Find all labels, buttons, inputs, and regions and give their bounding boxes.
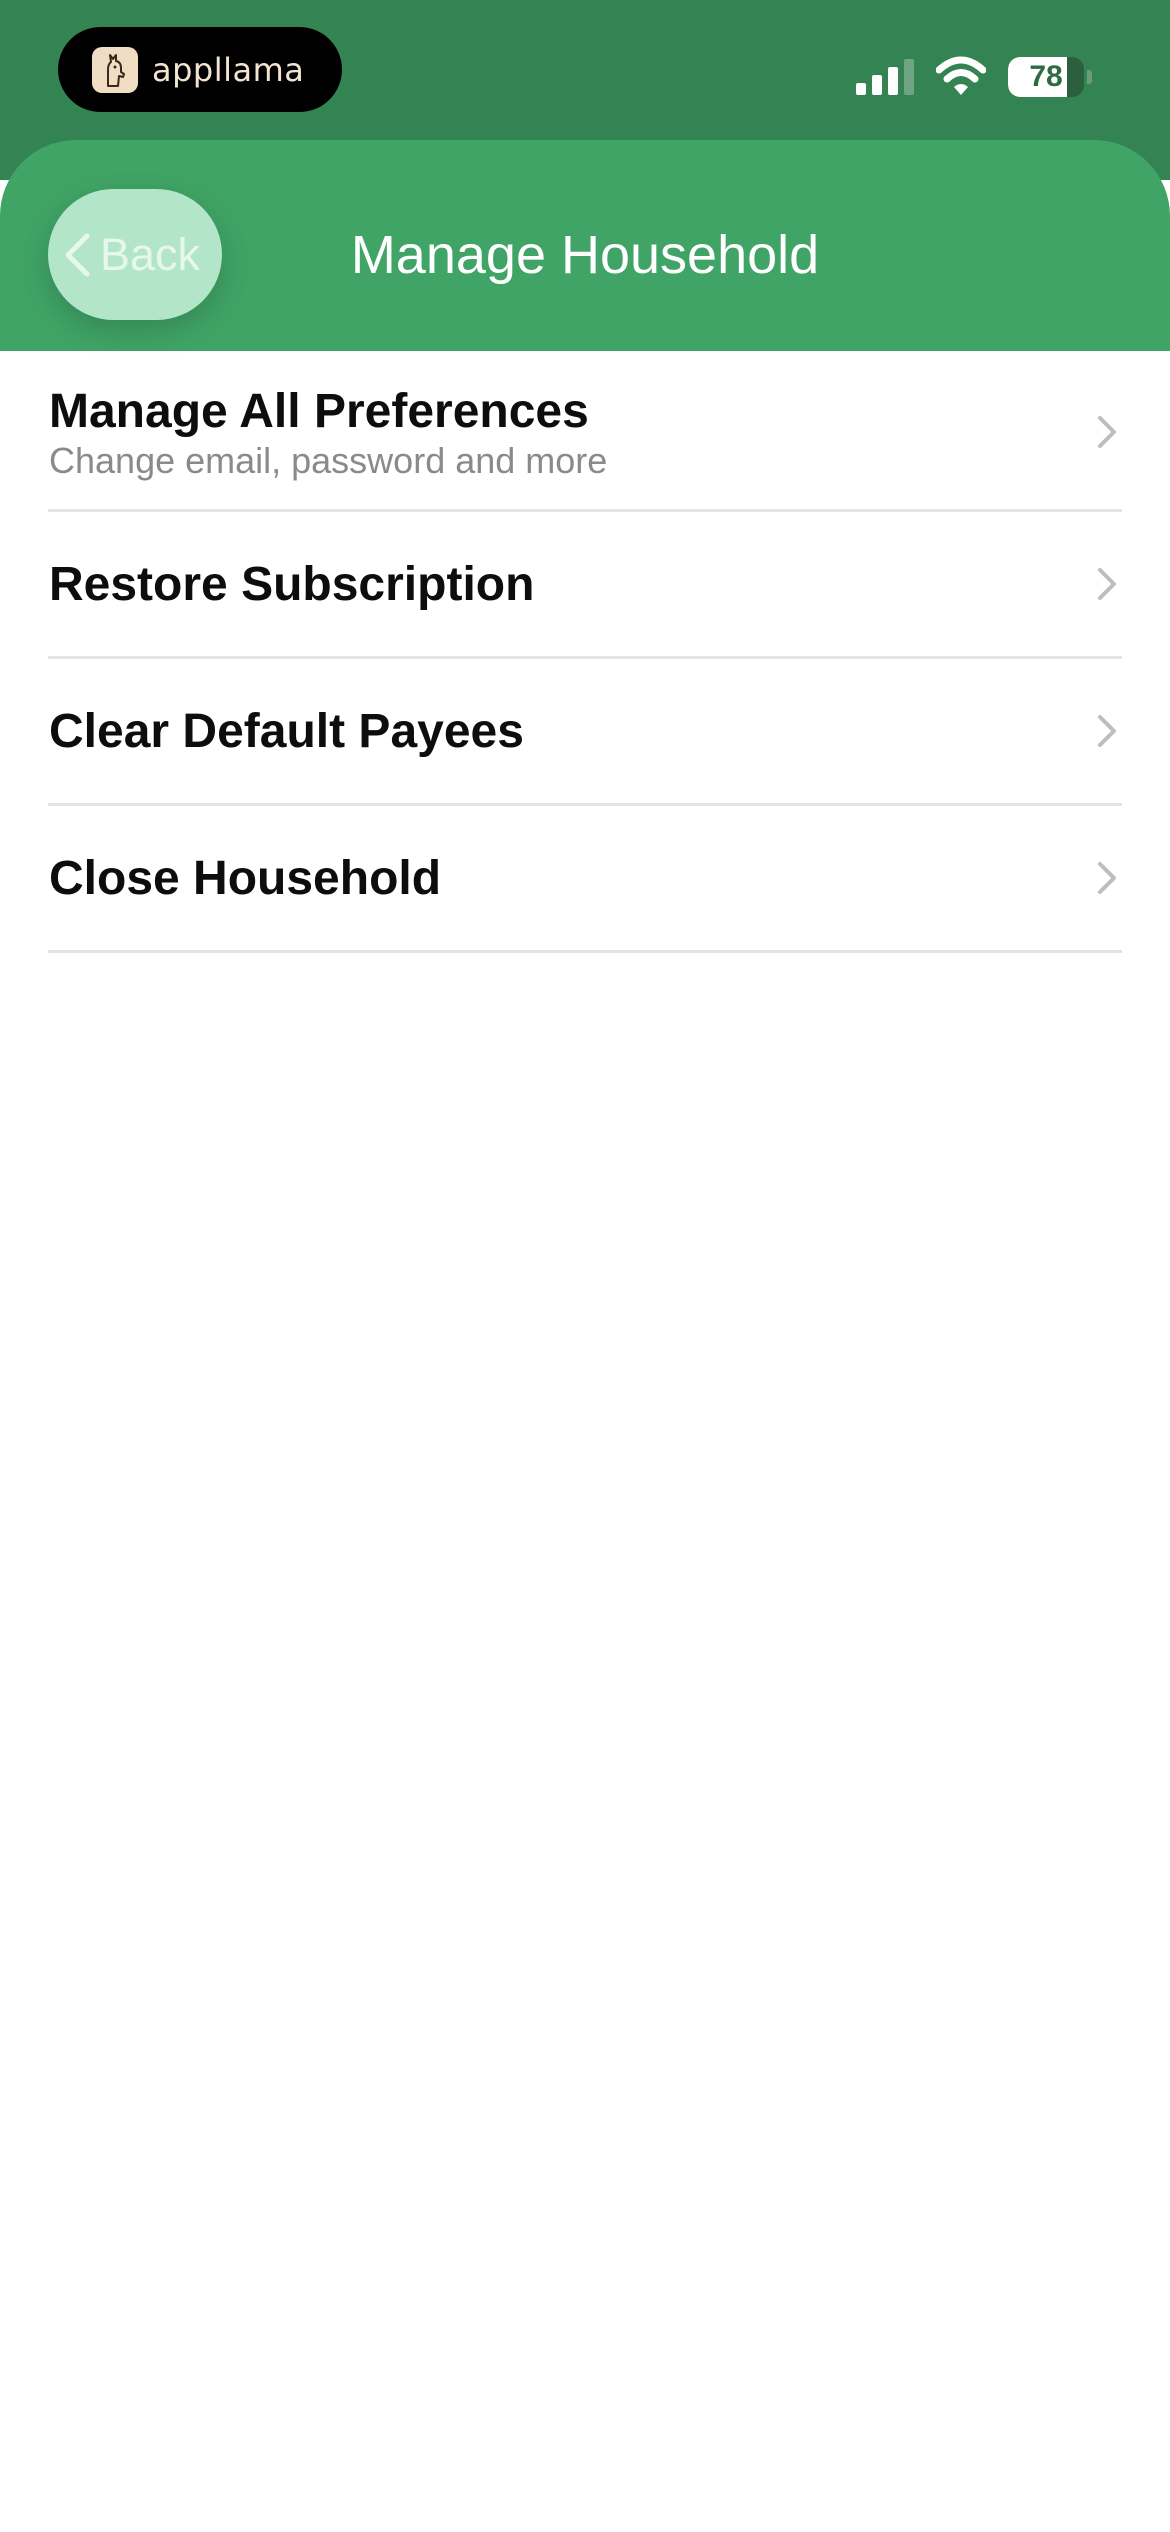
chevron-right-icon	[1098, 715, 1116, 747]
app-name-label: appllama	[152, 50, 305, 89]
manage-household-screen: appllama 78 Back Manage Household Manage…	[0, 0, 1170, 2532]
battery-cap	[1087, 70, 1092, 84]
list-item-subtitle: Change email, password and more	[49, 440, 608, 481]
list-item-manage-all-preferences[interactable]: Manage All Preferences Change email, pas…	[48, 351, 1122, 512]
settings-list: Manage All Preferences Change email, pas…	[48, 351, 1122, 953]
list-item-title: Manage All Preferences	[49, 385, 589, 438]
chevron-right-icon	[1098, 862, 1116, 894]
list-item-restore-subscription[interactable]: Restore Subscription	[48, 512, 1122, 659]
list-item-title: Close Household	[49, 852, 442, 905]
page-title: Manage Household	[350, 225, 820, 285]
llama-icon	[92, 46, 138, 93]
battery-icon: 78	[1008, 57, 1092, 97]
battery-level-text: 78	[1029, 60, 1063, 93]
list-item-clear-default-payees[interactable]: Clear Default Payees	[48, 659, 1122, 806]
chevron-right-icon	[1098, 568, 1116, 600]
list-item-title: Restore Subscription	[49, 558, 535, 611]
wifi-icon	[936, 56, 986, 95]
chevron-right-icon	[1098, 416, 1116, 448]
app-indicator-pill[interactable]: appllama	[58, 27, 342, 112]
list-item-close-household[interactable]: Close Household	[48, 806, 1122, 953]
cellular-signal-icon	[856, 59, 914, 95]
list-item-title: Clear Default Payees	[49, 705, 524, 758]
